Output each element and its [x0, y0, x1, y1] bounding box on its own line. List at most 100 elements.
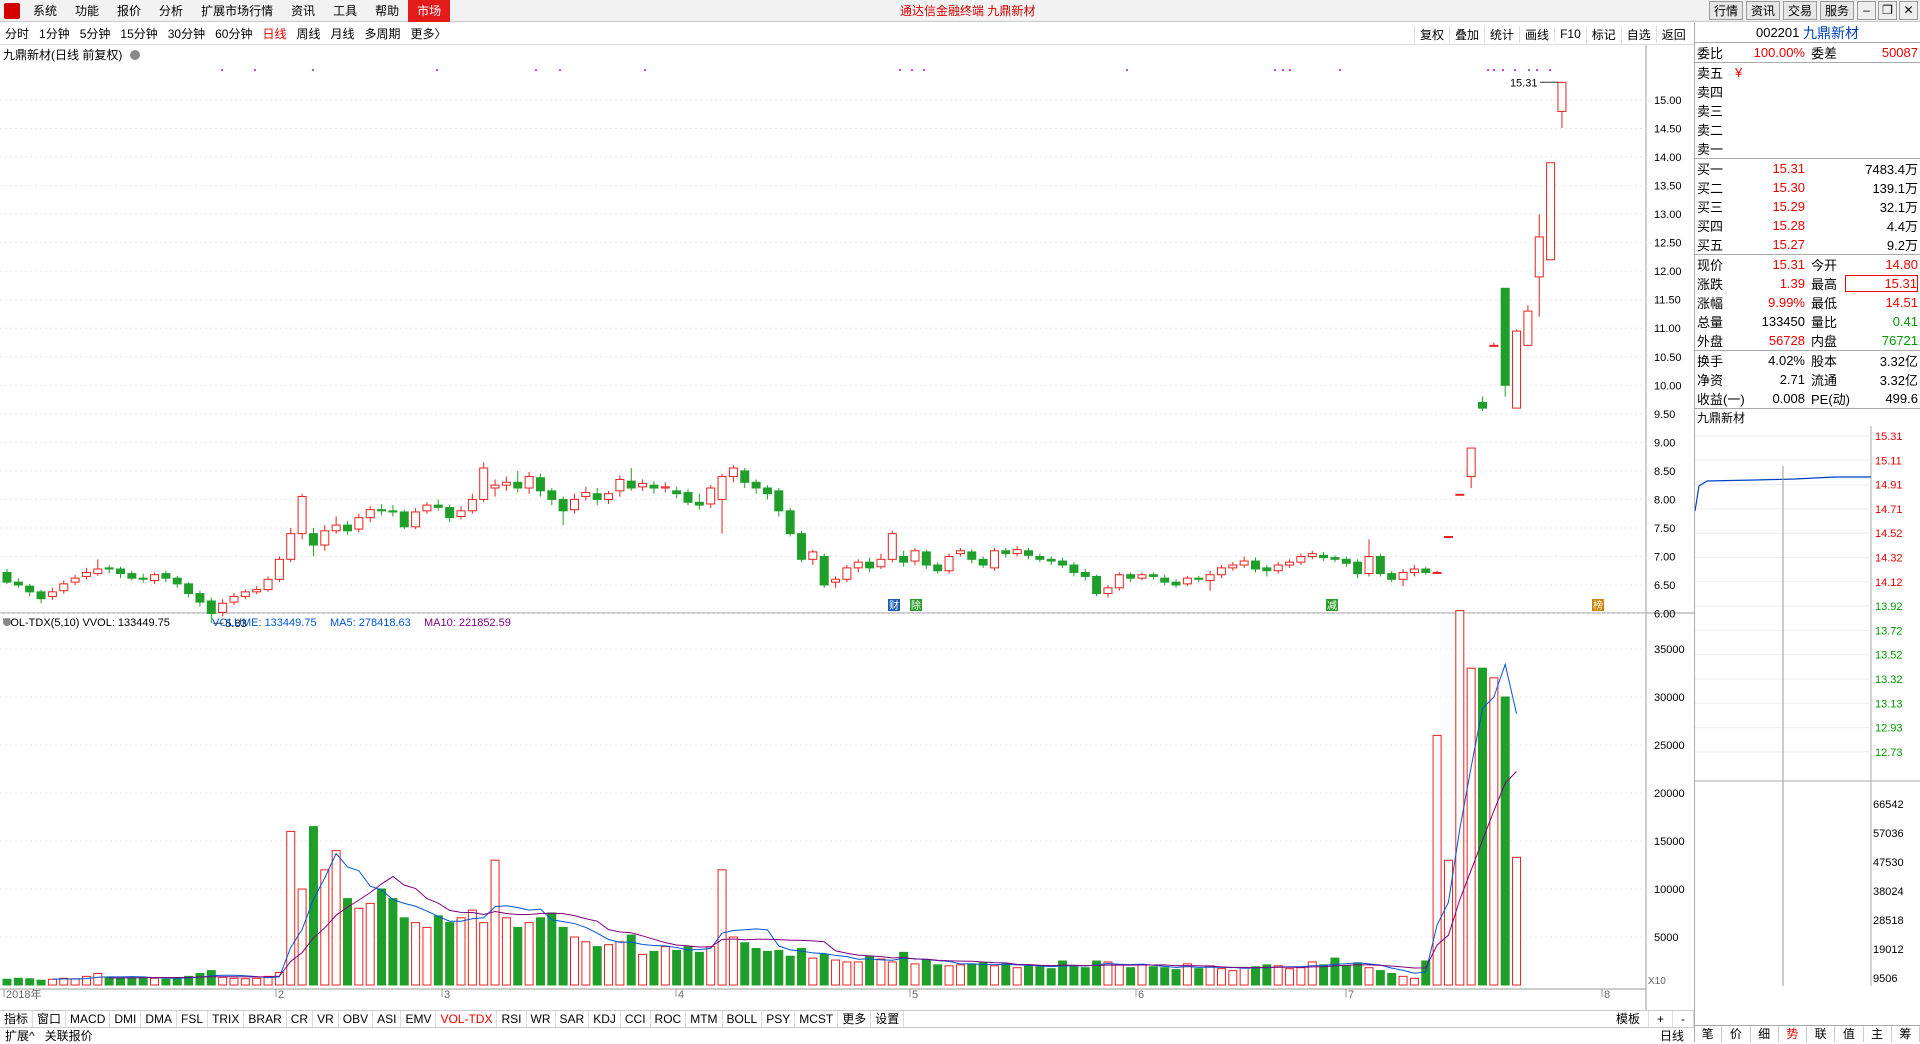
- buy-row-4[interactable]: 买五 15.27 9.2万: [1695, 235, 1920, 254]
- buy-row-2[interactable]: 买三 15.29 32.1万: [1695, 197, 1920, 216]
- menu-item-8[interactable]: 市场: [408, 0, 451, 22]
- event-marker[interactable]: 财: [889, 599, 899, 612]
- top-btn-hq[interactable]: 行情: [1708, 1, 1743, 20]
- indicator-tab-22[interactable]: PSY: [762, 1011, 796, 1027]
- right-tab-1[interactable]: 价: [1722, 1026, 1751, 1042]
- indicator-tab-16[interactable]: SAR: [556, 1011, 590, 1027]
- period-tab-6[interactable]: 日线: [257, 25, 291, 42]
- indicator-tab-3[interactable]: DMI: [110, 1011, 142, 1027]
- indicator-tab-7[interactable]: BRAR: [244, 1011, 287, 1027]
- right-tab-5[interactable]: 值: [1835, 1026, 1864, 1042]
- event-marker[interactable]: 榜: [1593, 599, 1603, 612]
- indicator-tab-18[interactable]: CCI: [621, 1011, 651, 1027]
- right-tab-4[interactable]: 联: [1807, 1026, 1836, 1042]
- event-marker[interactable]: 减: [1327, 600, 1337, 612]
- top-btn-jy[interactable]: 交易: [1782, 1, 1817, 20]
- indicator-tab-9[interactable]: VR: [313, 1011, 339, 1027]
- chart-tool-3[interactable]: 画线: [1519, 25, 1554, 43]
- indicator-tab-12[interactable]: EMV: [401, 1011, 437, 1027]
- period-tab-1[interactable]: 1分钟: [34, 25, 75, 42]
- menu-item-7[interactable]: 帮助: [366, 0, 408, 22]
- chart-tool-1[interactable]: 叠加: [1449, 25, 1484, 43]
- minimize-icon[interactable]: –: [1857, 1, 1876, 20]
- menu-item-5[interactable]: 资讯: [282, 0, 324, 22]
- restore-icon[interactable]: ❐: [1878, 1, 1897, 20]
- right-tab-0[interactable]: 笔: [1694, 1026, 1723, 1042]
- indicator-tab-17[interactable]: KDJ: [589, 1011, 621, 1027]
- indicator-tab-1[interactable]: 窗口: [33, 1011, 67, 1027]
- indicator-tab-0[interactable]: 指标: [0, 1011, 34, 1027]
- volume-bar: [797, 948, 806, 986]
- right-tab-2[interactable]: 细: [1751, 1026, 1779, 1042]
- indicator-tab-13[interactable]: VOL-TDX: [436, 1011, 498, 1027]
- top-btn-zx[interactable]: 资讯: [1745, 1, 1780, 20]
- menu-item-1[interactable]: 功能: [66, 0, 108, 22]
- indicator-tab-24[interactable]: 更多: [838, 1011, 872, 1027]
- event-marker[interactable]: 除: [911, 599, 921, 612]
- chart-tool-2[interactable]: 统计: [1484, 25, 1519, 43]
- period-tab-4[interactable]: 30分钟: [163, 25, 210, 42]
- right-tab-6[interactable]: 主: [1864, 1026, 1892, 1042]
- chart-tool-4[interactable]: F10: [1554, 27, 1586, 41]
- indicator-right-0[interactable]: 模板: [1608, 1011, 1649, 1027]
- period-tab-8[interactable]: 月线: [326, 25, 360, 42]
- period-tab-7[interactable]: 周线: [291, 25, 325, 42]
- kline-chart-area[interactable]: 九鼎新材(日线 前复权) 15.00 14.50 14.00 13.50 13.00 12.…: [0, 45, 1694, 1010]
- buy-row-1[interactable]: 买二 15.30 139.1万: [1695, 178, 1920, 197]
- indicator-tab-20[interactable]: MTM: [686, 1011, 723, 1027]
- chart-tool-5[interactable]: 标记: [1585, 25, 1621, 43]
- candle-body: [1398, 571, 1408, 580]
- indicator-tab-23[interactable]: MCST: [795, 1011, 839, 1027]
- indicator-tab-21[interactable]: BOLL: [723, 1011, 763, 1027]
- bottom-item-0[interactable]: 扩展^: [0, 1027, 40, 1044]
- sell-row-1[interactable]: 卖四: [1695, 82, 1920, 101]
- close-icon[interactable]: ✕: [1899, 1, 1918, 20]
- sell-row-0[interactable]: 卖五 ¥: [1695, 63, 1920, 82]
- intraday-mini-chart[interactable]: 15.31 15.11 14.91 14.71 14.52 14.32 14.12 13.92…: [1694, 426, 1920, 1006]
- period-tab-2[interactable]: 5分钟: [75, 25, 116, 42]
- right-tab-3[interactable]: 势: [1779, 1026, 1807, 1042]
- indicator-tab-19[interactable]: ROC: [651, 1011, 687, 1027]
- buy-row-3[interactable]: 买四 15.28 4.4万: [1695, 216, 1920, 235]
- right-tab-7[interactable]: 筹: [1892, 1026, 1920, 1042]
- indicator-tab-15[interactable]: WR: [527, 1011, 556, 1027]
- top-btn-fw[interactable]: 服务: [1819, 1, 1854, 20]
- period-tab-3[interactable]: 15分钟: [115, 25, 162, 42]
- candle-body: [252, 589, 262, 593]
- indicator-tab-2[interactable]: MACD: [66, 1011, 111, 1027]
- period-tab-5[interactable]: 60分钟: [210, 25, 257, 42]
- indicator-right-2[interactable]: -: [1673, 1011, 1694, 1027]
- period-tab-10[interactable]: 更多〉: [406, 25, 452, 42]
- vol-settings-icon[interactable]: [3, 618, 11, 626]
- indicator-tab-5[interactable]: FSL: [177, 1011, 209, 1027]
- indicator-tab-25[interactable]: 设置: [871, 1011, 905, 1027]
- chart-tool-7[interactable]: 返回: [1655, 25, 1691, 43]
- indicator-tab-11[interactable]: ASI: [373, 1011, 402, 1027]
- menu-item-4[interactable]: 扩展市场行情: [192, 0, 282, 22]
- price-axis-label: 9.50: [1654, 409, 1675, 421]
- sell-row-4[interactable]: 卖一: [1695, 139, 1920, 158]
- period-tab-0[interactable]: 分时: [0, 25, 34, 42]
- indicator-tab-6[interactable]: TRIX: [208, 1011, 245, 1027]
- candle-body: [1443, 536, 1453, 538]
- period-tab-9[interactable]: 多周期: [360, 25, 406, 42]
- menu-item-0[interactable]: 系统: [24, 0, 66, 22]
- chart-tool-6[interactable]: 自选: [1620, 25, 1656, 43]
- volume-bar: [388, 898, 398, 986]
- indicator-tab-8[interactable]: CR: [287, 1011, 314, 1027]
- menu-item-2[interactable]: 报价: [108, 0, 150, 22]
- bottom-bar: 扩展^ 关联报价 日线: [0, 1027, 1694, 1044]
- sell-row-3[interactable]: 卖二: [1695, 120, 1920, 139]
- indicator-tab-14[interactable]: RSI: [497, 1011, 527, 1027]
- menu-item-6[interactable]: 工具: [324, 0, 366, 22]
- chart-settings-icon[interactable]: [130, 50, 140, 60]
- indicator-tab-4[interactable]: DMA: [141, 1011, 178, 1027]
- chart-tool-0[interactable]: 复权: [1414, 25, 1449, 43]
- buy-row-0[interactable]: 买一 15.31 7483.4万: [1695, 159, 1920, 178]
- menu-item-3[interactable]: 分析: [150, 0, 192, 22]
- volume-bar: [853, 961, 863, 986]
- bottom-item-1[interactable]: 关联报价: [40, 1027, 98, 1044]
- indicator-tab-10[interactable]: OBV: [339, 1011, 374, 1027]
- sell-row-2[interactable]: 卖三: [1695, 101, 1920, 120]
- indicator-right-1[interactable]: +: [1649, 1011, 1673, 1027]
